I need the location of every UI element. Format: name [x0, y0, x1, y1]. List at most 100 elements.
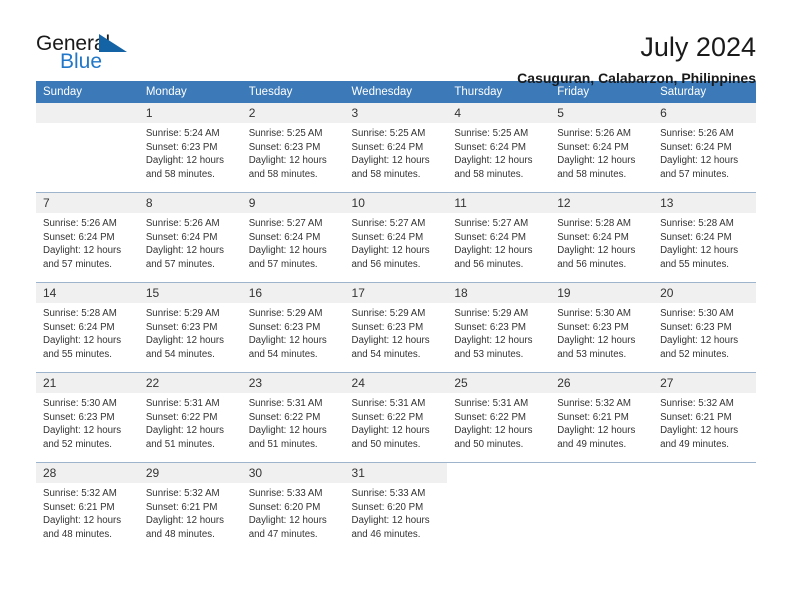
calendar-day-cell[interactable]: 20 Sunrise: 5:30 AM Sunset: 6:23 PM Dayligh…: [653, 282, 756, 373]
day-number: 4: [447, 103, 551, 123]
sun-info-line: Daylight: 12 hours: [145, 515, 224, 527]
page-header: General Blue July 2024 Casuguran, Calaba…: [0, 0, 792, 87]
calendar-day-cell[interactable]: 28 Sunrise: 5:32 AM Sunset: 6:21 PM Dayligh…: [36, 462, 139, 552]
calendar-empty-cell: [550, 462, 654, 552]
sun-info-line: Sunrise: 5:31 AM: [454, 398, 529, 409]
calendar-day-cell[interactable]: 12 Sunrise: 5:28 AM Sunset: 6:24 PM Dayligh…: [550, 192, 654, 283]
calendar-day-cell[interactable]: 6 Sunrise: 5:26 AM Sunset: 6:24 PM Daylight…: [653, 103, 756, 193]
sun-info-line: Daylight: 12 hours: [660, 155, 739, 167]
sun-info-line: Sunrise: 5:26 AM: [660, 128, 734, 139]
calendar-day-cell[interactable]: 29 Sunrise: 5:32 AM Sunset: 6:21 PM Dayligh…: [138, 462, 242, 552]
calendar-day-cell[interactable]: 21 Sunrise: 5:30 AM Sunset: 6:23 PM Dayligh…: [36, 372, 139, 463]
sun-info: Sunrise: 5:28 AM Sunset: 6:24 PM Daylight:…: [36, 303, 139, 361]
sun-info-line: Daylight: 12 hours: [557, 335, 636, 347]
calendar-day-cell[interactable]: 31 Sunrise: 5:33 AM Sunset: 6:20 PM Dayligh…: [344, 462, 448, 552]
calendar-day-cell[interactable]: 2 Sunrise: 5:25 AM Sunset: 6:23 PM Daylight…: [241, 103, 345, 193]
sun-info-line: Sunset: 6:23 PM: [145, 141, 218, 153]
sun-info-line: and 51 minutes.: [248, 438, 318, 450]
sun-info-line: Sunrise: 5:25 AM: [248, 128, 323, 139]
calendar-day-cell[interactable]: 19 Sunrise: 5:30 AM Sunset: 6:23 PM Dayligh…: [550, 282, 654, 373]
sun-info-line: and 51 minutes.: [145, 438, 215, 450]
day-cell-inner: [36, 103, 139, 192]
day-cell-inner: 10 Sunrise: 5:27 AM Sunset: 6:24 PM Dayligh…: [344, 193, 448, 282]
sun-info: Sunrise: 5:27 AM Sunset: 6:24 PM Daylight:…: [242, 213, 345, 271]
sun-info-line: Daylight: 12 hours: [454, 335, 533, 347]
sun-info-line: and 53 minutes.: [454, 348, 524, 360]
day-number: 7: [36, 193, 139, 213]
sun-info-line: Daylight: 12 hours: [660, 245, 739, 257]
sun-info-line: Sunset: 6:21 PM: [557, 411, 629, 423]
day-cell-inner: 22 Sunrise: 5:31 AM Sunset: 6:22 PM Dayligh…: [138, 373, 242, 462]
day-number: 25: [447, 373, 551, 393]
calendar-day-cell[interactable]: 18 Sunrise: 5:29 AM Sunset: 6:23 PM Dayligh…: [447, 282, 551, 373]
sun-info-line: and 56 minutes.: [454, 258, 524, 270]
sun-info-line: and 49 minutes.: [660, 438, 729, 450]
calendar-day-cell[interactable]: 5 Sunrise: 5:26 AM Sunset: 6:24 PM Daylight…: [550, 103, 654, 193]
weekday-header-tuesday: Tuesday: [241, 81, 345, 103]
day-number: 24: [344, 373, 448, 393]
day-cell-inner: [447, 463, 551, 552]
sun-info: Sunrise: 5:28 AM Sunset: 6:24 PM Daylight:…: [653, 213, 756, 271]
calendar-day-cell[interactable]: 25 Sunrise: 5:31 AM Sunset: 6:22 PM Dayligh…: [447, 372, 551, 463]
day-cell-inner: 9 Sunrise: 5:27 AM Sunset: 6:24 PM Daylight…: [241, 193, 345, 282]
calendar-day-cell[interactable]: 27 Sunrise: 5:32 AM Sunset: 6:21 PM Dayligh…: [653, 372, 756, 463]
day-cell-inner: 7 Sunrise: 5:26 AM Sunset: 6:24 PM Daylight…: [36, 193, 139, 282]
day-cell-inner: 19 Sunrise: 5:30 AM Sunset: 6:23 PM Dayligh…: [550, 283, 654, 372]
day-number: 2: [241, 103, 345, 123]
calendar-day-cell[interactable]: 17 Sunrise: 5:29 AM Sunset: 6:23 PM Dayligh…: [344, 282, 448, 373]
sun-info: Sunrise: 5:26 AM Sunset: 6:24 PM Daylight:…: [36, 213, 139, 271]
calendar-day-cell[interactable]: 13 Sunrise: 5:28 AM Sunset: 6:24 PM Dayligh…: [653, 192, 756, 283]
day-cell-inner: 28 Sunrise: 5:32 AM Sunset: 6:21 PM Dayligh…: [36, 463, 139, 552]
day-cell-inner: 31 Sunrise: 5:33 AM Sunset: 6:20 PM Dayligh…: [344, 463, 448, 552]
sun-info-line: Daylight: 12 hours: [660, 335, 739, 347]
calendar-day-cell[interactable]: 14 Sunrise: 5:28 AM Sunset: 6:24 PM Dayligh…: [36, 282, 139, 373]
calendar-grid: Sunday Monday Tuesday Wednesday Thursday Frid…: [36, 81, 756, 552]
calendar-day-cell[interactable]: 9 Sunrise: 5:27 AM Sunset: 6:24 PM Daylight…: [241, 192, 345, 283]
sun-info-line: Daylight: 12 hours: [557, 245, 636, 257]
day-number: 3: [344, 103, 448, 123]
calendar-day-cell[interactable]: 26 Sunrise: 5:32 AM Sunset: 6:21 PM Dayligh…: [550, 372, 654, 463]
sun-info-line: Daylight: 12 hours: [557, 425, 636, 437]
sun-info-line: and 58 minutes.: [351, 168, 421, 180]
sun-info-line: Sunset: 6:21 PM: [145, 501, 218, 513]
calendar-day-cell[interactable]: 3 Sunrise: 5:25 AM Sunset: 6:24 PM Daylight…: [344, 103, 448, 193]
sun-info-line: Daylight: 12 hours: [145, 335, 224, 347]
calendar-day-cell[interactable]: 1 Sunrise: 5:24 AM Sunset: 6:23 PM Daylight…: [138, 103, 242, 193]
sun-info: Sunrise: 5:25 AM Sunset: 6:24 PM Daylight:…: [345, 123, 448, 181]
calendar-day-cell[interactable]: 24 Sunrise: 5:31 AM Sunset: 6:22 PM Dayligh…: [344, 372, 448, 463]
day-cell-inner: 15 Sunrise: 5:29 AM Sunset: 6:23 PM Dayligh…: [138, 283, 242, 372]
calendar-day-cell[interactable]: 15 Sunrise: 5:29 AM Sunset: 6:23 PM Dayligh…: [138, 282, 242, 373]
day-number: [550, 463, 654, 483]
sun-info-line: Sunset: 6:24 PM: [43, 321, 115, 333]
calendar-day-cell[interactable]: 22 Sunrise: 5:31 AM Sunset: 6:22 PM Dayligh…: [138, 372, 242, 463]
calendar-day-cell[interactable]: 16 Sunrise: 5:29 AM Sunset: 6:23 PM Dayligh…: [241, 282, 345, 373]
calendar-day-cell[interactable]: 7 Sunrise: 5:26 AM Sunset: 6:24 PM Daylight…: [36, 192, 139, 283]
calendar-day-cell[interactable]: 30 Sunrise: 5:33 AM Sunset: 6:20 PM Dayligh…: [241, 462, 345, 552]
sun-info-line: Sunrise: 5:32 AM: [145, 488, 220, 499]
sun-info-line: and 52 minutes.: [43, 438, 112, 450]
day-cell-inner: 5 Sunrise: 5:26 AM Sunset: 6:24 PM Daylight…: [550, 103, 654, 192]
calendar-page: General Blue July 2024 Casuguran, Calaba…: [0, 0, 792, 612]
sun-info-line: Sunset: 6:24 PM: [557, 231, 629, 243]
day-number: 16: [241, 283, 345, 303]
day-number: 31: [344, 463, 448, 483]
calendar-body: 1 Sunrise: 5:24 AM Sunset: 6:23 PM Daylight…: [36, 103, 756, 552]
calendar-day-cell[interactable]: 23 Sunrise: 5:31 AM Sunset: 6:22 PM Dayligh…: [241, 372, 345, 463]
calendar-day-cell[interactable]: 4 Sunrise: 5:25 AM Sunset: 6:24 PM Daylight…: [447, 103, 551, 193]
day-cell-inner: 16 Sunrise: 5:29 AM Sunset: 6:23 PM Dayligh…: [241, 283, 345, 372]
sun-info: Sunrise: 5:24 AM Sunset: 6:23 PM Daylight:…: [139, 123, 242, 181]
sun-info-line: and 46 minutes.: [351, 528, 421, 540]
calendar-day-cell[interactable]: 8 Sunrise: 5:26 AM Sunset: 6:24 PM Daylight…: [138, 192, 242, 283]
sun-info-line: Sunrise: 5:32 AM: [660, 398, 734, 409]
sun-info-line: and 48 minutes.: [43, 528, 112, 540]
sun-info-line: Sunset: 6:22 PM: [351, 411, 424, 423]
calendar-day-cell[interactable]: 10 Sunrise: 5:27 AM Sunset: 6:24 PM Dayligh…: [344, 192, 448, 283]
general-blue-logo[interactable]: General Blue: [36, 33, 146, 79]
day-number: 19: [550, 283, 654, 303]
calendar-day-cell[interactable]: 11 Sunrise: 5:27 AM Sunset: 6:24 PM Dayligh…: [447, 192, 551, 283]
sun-info-line: Sunset: 6:24 PM: [248, 231, 321, 243]
page-subtitle: Casuguran, Calabarzon, Philippines: [517, 70, 756, 87]
sun-info-line: and 58 minutes.: [145, 168, 215, 180]
sun-info-line: Sunrise: 5:28 AM: [43, 308, 117, 319]
sun-info-line: Daylight: 12 hours: [43, 515, 122, 527]
